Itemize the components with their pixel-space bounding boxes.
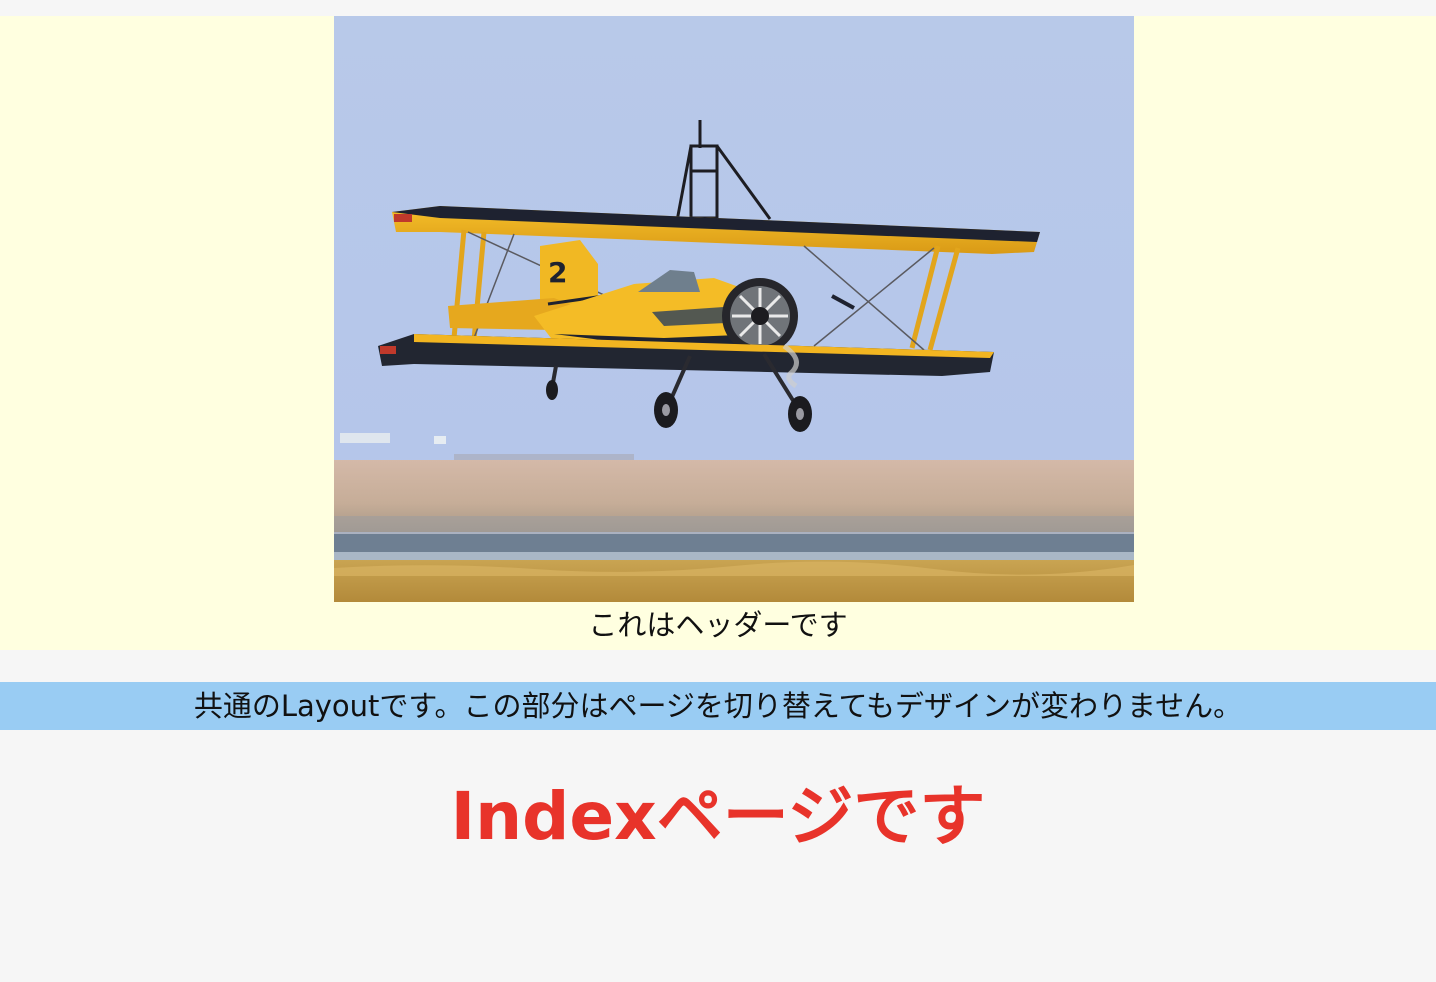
header-caption: これはヘッダーです	[588, 608, 848, 642]
header-hero-image: 2	[334, 16, 1134, 602]
svg-text:2: 2	[548, 256, 567, 289]
page-title: Indexページです	[450, 778, 986, 855]
layout-banner: 共通のLayoutです。この部分はページを切り替えてもデザインが変わりません。	[0, 682, 1436, 730]
page-header: 2 これはヘッダーです	[0, 16, 1436, 650]
